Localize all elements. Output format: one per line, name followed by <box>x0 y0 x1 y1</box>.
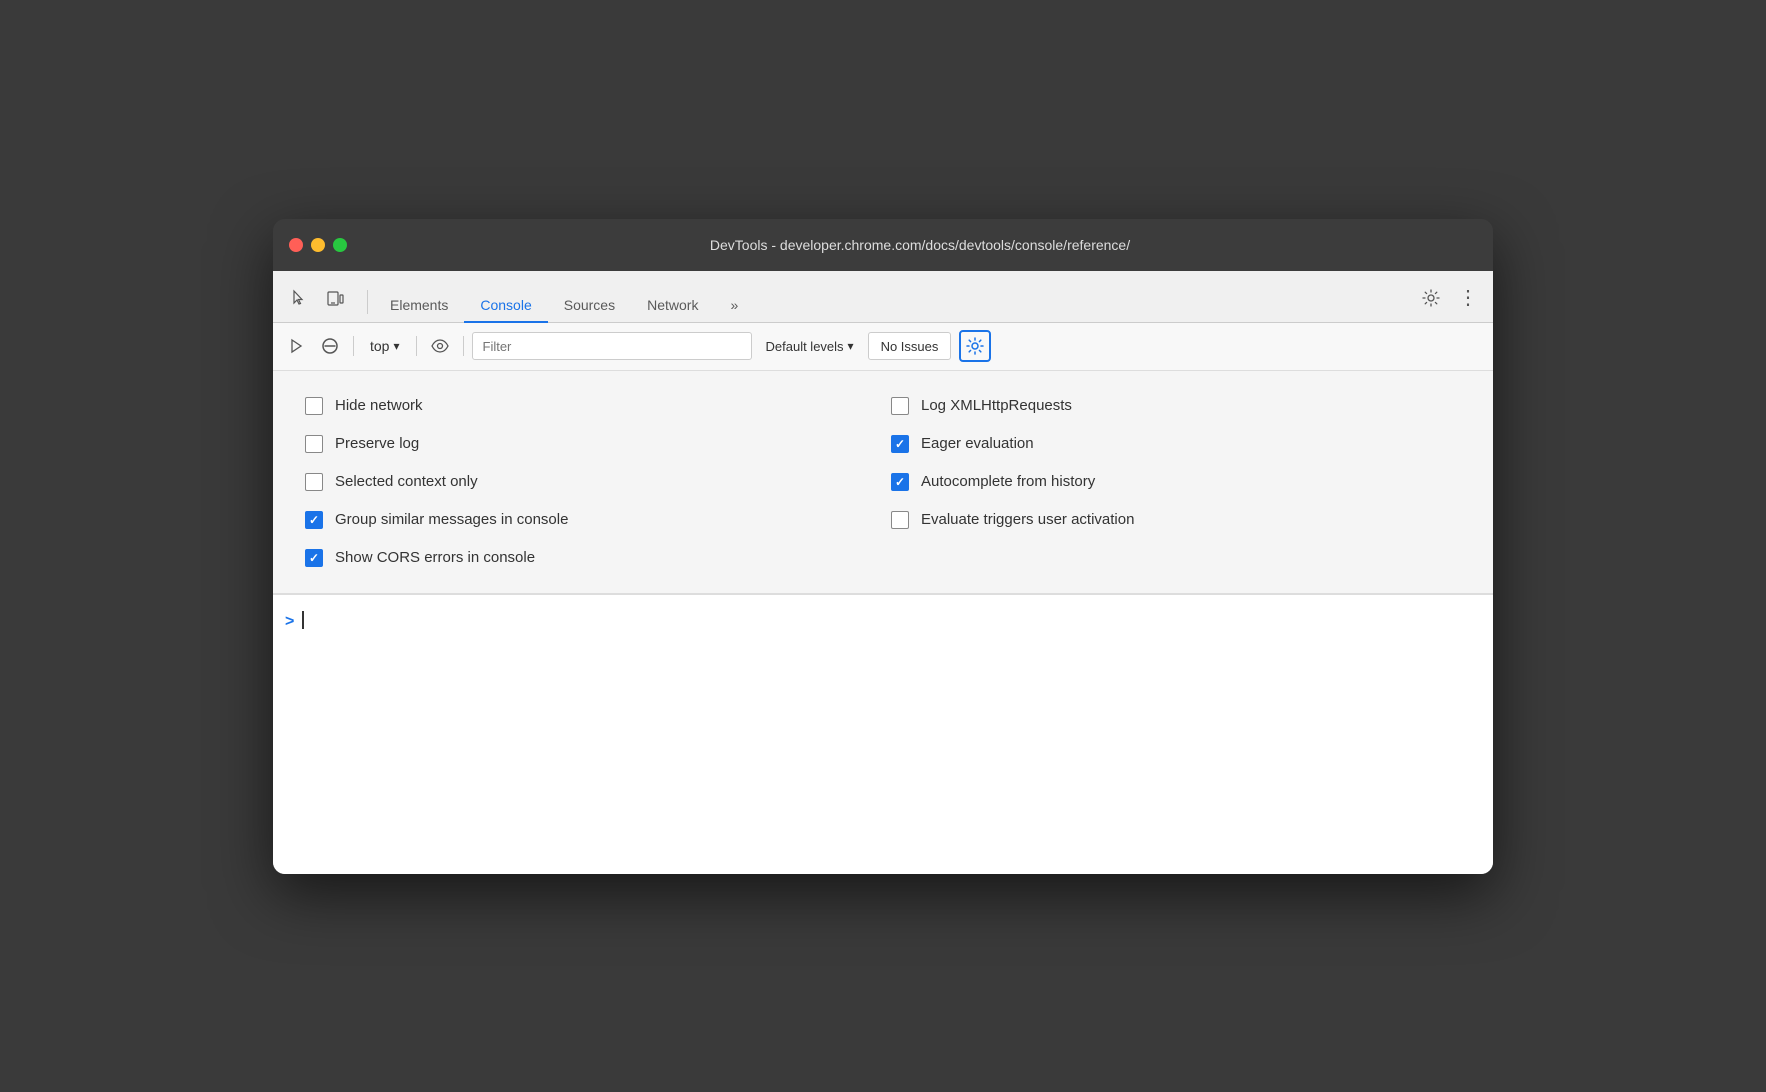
block-button[interactable] <box>315 331 345 361</box>
gear-icon <box>1422 289 1440 307</box>
toolbar-divider-3 <box>463 336 464 356</box>
label-show-cors: Show CORS errors in console <box>335 549 535 566</box>
checkbox-show-cors[interactable] <box>305 549 323 567</box>
setting-hide-network: Hide network <box>297 387 883 425</box>
setting-log-xml: Log XMLHttpRequests <box>883 387 1469 425</box>
levels-chevron-icon: ▾ <box>848 339 854 353</box>
device-icon <box>326 289 344 307</box>
checkbox-preserve-log[interactable] <box>305 435 323 453</box>
checkbox-hide-network[interactable] <box>305 397 323 415</box>
more-options-button[interactable]: ⋮ <box>1451 282 1483 314</box>
clear-console-button[interactable] <box>281 331 311 361</box>
eye-button[interactable] <box>425 331 455 361</box>
settings-gear-icon <box>966 337 984 355</box>
checkbox-evaluate-triggers[interactable] <box>891 511 909 529</box>
settings-grid: Hide network Preserve log Selected conte… <box>297 387 1469 577</box>
window-title: DevTools - developer.chrome.com/docs/dev… <box>363 237 1477 253</box>
tab-network[interactable]: Network <box>631 289 714 323</box>
console-prompt: > <box>285 611 294 633</box>
levels-label: Default levels <box>766 339 844 354</box>
context-label: top <box>370 338 389 354</box>
titlebar: DevTools - developer.chrome.com/docs/dev… <box>273 219 1493 271</box>
setting-selected-context: Selected context only <box>297 463 883 501</box>
toolbar-divider-2 <box>416 336 417 356</box>
setting-preserve-log: Preserve log <box>297 425 883 463</box>
log-levels-button[interactable]: Default levels ▾ <box>756 335 864 358</box>
no-entry-icon <box>321 337 339 355</box>
tab-more[interactable]: » <box>714 289 754 323</box>
context-dropdown[interactable]: top ▾ <box>362 334 408 358</box>
label-evaluate-triggers: Evaluate triggers user activation <box>921 511 1134 528</box>
label-log-xml: Log XMLHttpRequests <box>921 397 1072 414</box>
console-cursor <box>302 611 304 629</box>
chevron-down-icon: ▾ <box>393 339 399 353</box>
ellipsis-icon: ⋮ <box>1458 285 1476 310</box>
cursor-icon <box>290 289 308 307</box>
tab-console[interactable]: Console <box>464 289 547 323</box>
tab-bar-right-icons: ⋮ <box>1415 282 1483 322</box>
console-settings-panel: Hide network Preserve log Selected conte… <box>273 371 1493 594</box>
play-icon <box>288 338 304 354</box>
minimize-button[interactable] <box>311 238 325 252</box>
settings-right-column: Log XMLHttpRequests Eager evaluation Aut… <box>883 387 1469 577</box>
settings-button[interactable] <box>1415 282 1447 314</box>
tab-elements[interactable]: Elements <box>374 289 464 323</box>
tabs-container: Elements Console Sources Network » <box>374 288 1415 322</box>
label-hide-network: Hide network <box>335 397 423 414</box>
label-autocomplete: Autocomplete from history <box>921 473 1095 490</box>
filter-input[interactable] <box>472 332 752 360</box>
setting-group-similar: Group similar messages in console <box>297 501 883 539</box>
checkbox-autocomplete[interactable] <box>891 473 909 491</box>
setting-evaluate-triggers: Evaluate triggers user activation <box>883 501 1469 539</box>
console-input-area[interactable]: > <box>273 594 1493 874</box>
console-toolbar: top ▾ Default levels ▾ No Issues <box>273 323 1493 371</box>
no-issues-button[interactable]: No Issues <box>868 332 952 360</box>
checkbox-log-xml[interactable] <box>891 397 909 415</box>
devtools-window: DevTools - developer.chrome.com/docs/dev… <box>273 219 1493 874</box>
close-button[interactable] <box>289 238 303 252</box>
checkbox-eager-eval[interactable] <box>891 435 909 453</box>
label-selected-context: Selected context only <box>335 473 478 490</box>
no-issues-label: No Issues <box>881 339 939 354</box>
console-settings-button[interactable] <box>959 330 991 362</box>
tab-bar-left-icons <box>283 282 351 322</box>
maximize-button[interactable] <box>333 238 347 252</box>
traffic-lights <box>289 238 347 252</box>
tab-bar: Elements Console Sources Network » ⋮ <box>273 271 1493 323</box>
setting-show-cors: Show CORS errors in console <box>297 539 883 577</box>
devtools-body: Elements Console Sources Network » ⋮ <box>273 271 1493 874</box>
setting-autocomplete: Autocomplete from history <box>883 463 1469 501</box>
tab-sources[interactable]: Sources <box>548 289 631 323</box>
settings-left-column: Hide network Preserve log Selected conte… <box>297 387 883 577</box>
label-eager-eval: Eager evaluation <box>921 435 1034 452</box>
device-toggle-button[interactable] <box>319 282 351 314</box>
label-preserve-log: Preserve log <box>335 435 419 452</box>
inspect-element-button[interactable] <box>283 282 315 314</box>
checkbox-selected-context[interactable] <box>305 473 323 491</box>
tab-bar-divider <box>367 290 368 314</box>
setting-eager-eval: Eager evaluation <box>883 425 1469 463</box>
toolbar-divider-1 <box>353 336 354 356</box>
checkbox-group-similar[interactable] <box>305 511 323 529</box>
eye-icon <box>431 337 449 355</box>
label-group-similar: Group similar messages in console <box>335 511 568 528</box>
